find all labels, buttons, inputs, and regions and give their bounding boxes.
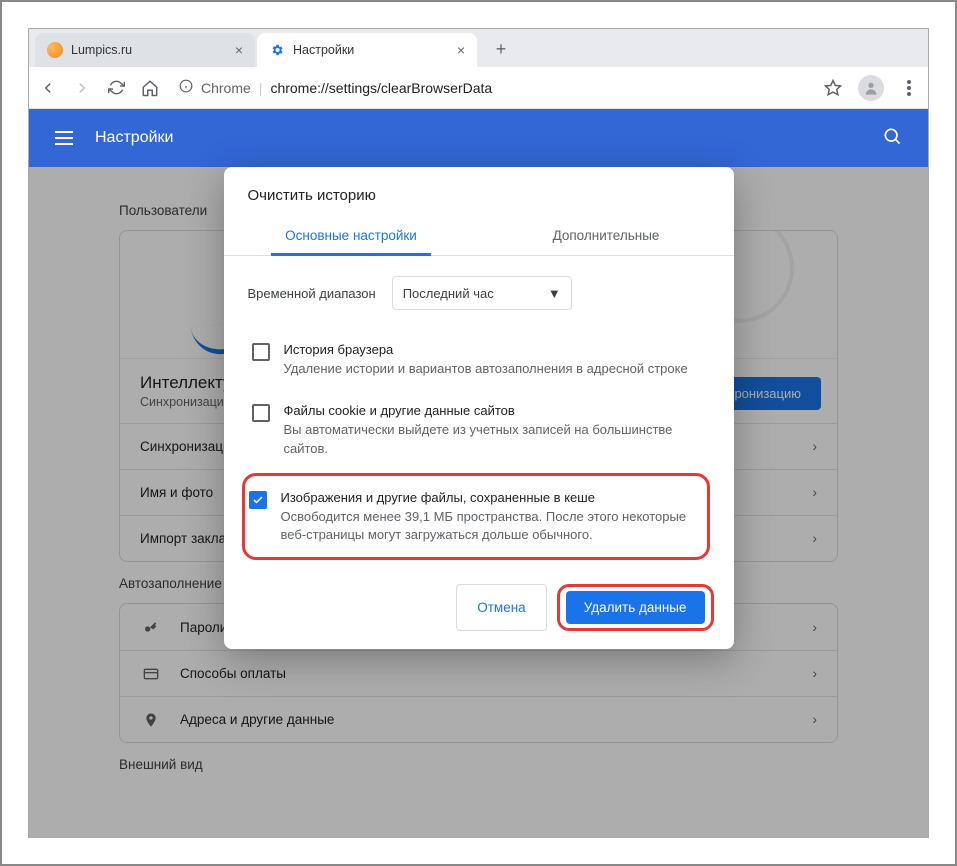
modal-overlay: Очистить историю Основные настройки Допо… (29, 167, 928, 837)
check-cookies-desc: Вы автоматически выйдете из учетных запи… (284, 421, 706, 459)
time-range-label: Временной диапазон (248, 286, 376, 301)
close-tab-icon[interactable]: × (457, 42, 465, 58)
tab-title: Настройки (293, 43, 354, 57)
favicon-settings-icon (269, 42, 285, 58)
cancel-button[interactable]: Отмена (456, 584, 546, 631)
menu-dots-icon[interactable] (900, 79, 918, 97)
tab-settings[interactable]: Настройки × (257, 33, 477, 67)
new-tab-button[interactable]: + (487, 35, 515, 63)
dialog-title: Очистить историю (224, 167, 734, 216)
clear-data-button[interactable]: Удалить данные (566, 591, 705, 624)
url-origin: Chrome (201, 80, 251, 96)
app-header: Настройки (29, 109, 928, 167)
time-range-select[interactable]: Последний час ▼ (392, 276, 572, 310)
close-tab-icon[interactable]: × (235, 42, 243, 58)
back-button[interactable] (39, 79, 57, 97)
dropdown-arrow-icon: ▼ (548, 286, 561, 301)
menu-hamburger-icon[interactable] (55, 131, 73, 145)
check-cookies-title: Файлы cookie и другие данные сайтов (284, 403, 706, 418)
url-box[interactable]: Chrome | chrome://settings/clearBrowserD… (171, 79, 812, 96)
checkbox-cache[interactable] (249, 491, 267, 509)
profile-avatar[interactable] (858, 75, 884, 101)
forward-button[interactable] (73, 79, 91, 97)
highlight-confirm-button: Удалить данные (557, 584, 714, 631)
url-path: chrome://settings/clearBrowserData (270, 80, 492, 96)
clear-data-dialog: Очистить историю Основные настройки Допо… (224, 167, 734, 649)
tab-basic[interactable]: Основные настройки (224, 216, 479, 255)
page-title: Настройки (95, 129, 173, 147)
check-cache[interactable]: Изображения и другие файлы, сохраненные … (245, 480, 701, 554)
address-bar: Chrome | chrome://settings/clearBrowserD… (29, 67, 928, 109)
reload-button[interactable] (107, 79, 125, 97)
tab-strip: Lumpics.ru × Настройки × + (29, 29, 928, 67)
check-history-desc: Удаление истории и вариантов автозаполне… (284, 360, 688, 379)
check-cache-title: Изображения и другие файлы, сохраненные … (281, 490, 697, 505)
bookmark-star-icon[interactable] (824, 79, 842, 97)
check-cache-desc: Освободится менее 39,1 МБ пространства. … (281, 508, 697, 546)
tab-lumpics[interactable]: Lumpics.ru × (35, 33, 255, 67)
checkbox-history[interactable] (252, 343, 270, 361)
tab-title: Lumpics.ru (71, 43, 132, 57)
check-history[interactable]: История браузера Удаление истории и вари… (248, 332, 710, 393)
site-info-icon[interactable] (179, 79, 193, 96)
search-settings-icon[interactable] (882, 126, 902, 151)
tab-advanced[interactable]: Дополнительные (479, 216, 734, 255)
home-button[interactable] (141, 79, 159, 97)
check-cookies[interactable]: Файлы cookie и другие данные сайтов Вы а… (248, 393, 710, 473)
checkbox-cookies[interactable] (252, 404, 270, 422)
favicon-lumpics-icon (47, 42, 63, 58)
check-history-title: История браузера (284, 342, 688, 357)
highlight-cache-option: Изображения и другие файлы, сохраненные … (242, 473, 710, 561)
